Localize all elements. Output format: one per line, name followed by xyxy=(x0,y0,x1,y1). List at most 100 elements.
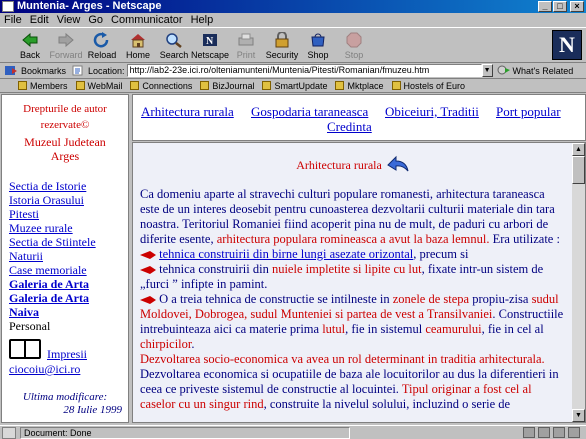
composer-icon[interactable] xyxy=(568,427,580,438)
close-button[interactable]: × xyxy=(570,1,584,12)
whats-related-button[interactable]: What's Related xyxy=(497,65,573,76)
back-arrow-icon xyxy=(21,31,39,49)
bookmarks-icon xyxy=(5,66,17,75)
scroll-down-button[interactable]: ▼ xyxy=(572,409,585,422)
open-book-icon xyxy=(9,339,41,359)
impresii-link[interactable]: Impresii xyxy=(47,347,87,362)
netscape-logo[interactable]: N xyxy=(552,30,582,60)
location-bar: Bookmarks Location: http://lab2-23e.ici.… xyxy=(0,63,586,79)
bookmark-webmail[interactable]: WebMail xyxy=(75,81,122,91)
forward-button[interactable]: Forward xyxy=(48,28,84,63)
netscape-button[interactable]: N Netscape xyxy=(191,28,229,63)
status-message: Document: Done xyxy=(20,426,350,439)
back-arrow-icon[interactable] xyxy=(386,153,410,173)
shop-icon xyxy=(309,31,327,49)
url-dropdown-button[interactable]: ▼ xyxy=(481,64,493,77)
security-button[interactable]: Security xyxy=(264,28,300,63)
museum-nav: Sectia de Istorie Istoria Orasului Pites… xyxy=(2,179,128,333)
page-title: Arhitectura rurala xyxy=(140,151,566,173)
scroll-up-button[interactable]: ▲ xyxy=(572,143,585,156)
bullet-arrow-icon xyxy=(140,296,156,305)
bookmark-folder-icon xyxy=(75,81,85,90)
menu-communicator[interactable]: Communicator xyxy=(111,14,183,26)
menu-help[interactable]: Help xyxy=(191,14,214,26)
discussions-icon[interactable] xyxy=(553,427,565,438)
print-icon xyxy=(237,31,255,49)
home-icon xyxy=(129,31,147,49)
technique-steppe: O a treia tehnica de constructie se inti… xyxy=(140,292,564,351)
window-title: Muntenia- Arges - Netscape xyxy=(17,0,162,12)
main-content-frame: Arhitectura rurala Ca domeniu aparte al … xyxy=(132,142,586,423)
whats-related-icon xyxy=(497,65,510,75)
nav-link-pitesti[interactable]: Pitesti xyxy=(9,207,128,221)
bookmark-folder-icon xyxy=(391,81,401,90)
reload-icon xyxy=(93,31,111,49)
bullet-arrow-icon xyxy=(140,266,156,275)
left-nav-frame: Drepturile de autor rezervate© Muzeul Ju… xyxy=(1,94,129,423)
lock-icon xyxy=(273,31,291,49)
bookmark-connections[interactable]: Connections xyxy=(130,81,192,91)
nav-link-sectia-stiintele[interactable]: Sectia de Stiintele xyxy=(9,235,128,249)
nav-link-galeria-arta-naiva[interactable]: Galeria de Arta xyxy=(9,291,128,305)
copyright-notice: Drepturile de autor rezervate© xyxy=(23,103,107,131)
bookmark-hostels[interactable]: Hostels of Euro xyxy=(391,81,465,91)
menu-file[interactable]: File xyxy=(4,14,22,26)
bookmarks-button[interactable]: Bookmarks xyxy=(4,65,66,76)
shop-button[interactable]: Shop xyxy=(300,28,336,63)
vertical-scrollbar[interactable]: ▲ ▼ xyxy=(572,143,585,422)
reload-button[interactable]: Reload xyxy=(84,28,120,63)
intro-paragraph: Ca domeniu aparte al stravechi culturi p… xyxy=(140,187,560,246)
print-button[interactable]: Print xyxy=(228,28,264,63)
nav-link-istoria-orasului[interactable]: Istoria Orasului xyxy=(9,193,128,207)
nav-link-galeria-arta[interactable]: Galeria de Arta xyxy=(9,277,128,291)
link-credinta[interactable]: Credinta xyxy=(327,119,372,134)
socio-economic-paragraph: Dezvoltarea socio-economica va avea un r… xyxy=(140,352,559,411)
maximize-button[interactable]: □ xyxy=(553,1,567,12)
bookmark-folder-icon xyxy=(262,81,272,90)
bookmark-members[interactable]: Members xyxy=(18,81,68,91)
search-button[interactable]: Search xyxy=(156,28,192,63)
nav-link-sectia-istorie[interactable]: Sectia de Istorie xyxy=(9,179,128,193)
link-obiceiuri-traditii[interactable]: Obiceiuri, Traditii xyxy=(385,104,479,119)
minimize-button[interactable]: _ xyxy=(538,1,552,12)
bookmark-mktplace[interactable]: Mktplace xyxy=(335,81,384,91)
component-bar xyxy=(520,427,580,438)
section-links-frame: Arhitectura rurala Gospodaria taraneasca… xyxy=(132,94,586,141)
bookmark-smartupdate[interactable]: SmartUpdate xyxy=(262,81,327,91)
impresii-block: Impresii xyxy=(2,339,128,362)
technique-horizontal-logs: tehnica construirii din birne lungi asez… xyxy=(140,247,566,262)
nav-link-naturii[interactable]: Naturii xyxy=(9,249,128,263)
navigator-icon[interactable] xyxy=(523,427,535,438)
bookmark-folder-icon xyxy=(335,81,345,90)
navigation-toolbar: Back Forward Reload Home Search N Netsca… xyxy=(0,27,586,63)
netscape-icon: N xyxy=(201,31,219,49)
stop-button[interactable]: Stop xyxy=(336,28,372,63)
menu-bar: File Edit View Go Communicator Help xyxy=(0,13,586,27)
technique-woven-rods: tehnica construirii din nuiele impletite… xyxy=(140,262,544,291)
bookmark-bizjournal[interactable]: BizJournal xyxy=(200,81,254,91)
netscape-app-icon xyxy=(2,1,14,12)
page-proxy-icon[interactable] xyxy=(72,65,84,76)
bookmark-folder-icon xyxy=(200,81,210,90)
back-button[interactable]: Back xyxy=(12,28,48,63)
menu-go[interactable]: Go xyxy=(88,14,103,26)
link-port-popular[interactable]: Port popular xyxy=(496,104,561,119)
home-button[interactable]: Home xyxy=(120,28,156,63)
nav-link-case-memoriale[interactable]: Case memoriale xyxy=(9,263,128,277)
security-status-icon[interactable] xyxy=(2,426,16,439)
menu-edit[interactable]: Edit xyxy=(30,14,49,26)
nav-link-muzee-rurale[interactable]: Muzee rurale xyxy=(9,221,128,235)
bookmark-folder-icon xyxy=(130,81,140,90)
menu-view[interactable]: View xyxy=(57,14,81,26)
museum-title: Muzeul Judetean Arges xyxy=(24,135,106,163)
url-input[interactable]: http://lab2-23e.ici.ro/olteniamunteni/Mu… xyxy=(126,64,482,77)
nav-link-naiva[interactable]: Naiva xyxy=(9,305,128,319)
link-gospodaria-taraneasca[interactable]: Gospodaria taraneasca xyxy=(251,104,368,119)
mail-icon[interactable] xyxy=(538,427,550,438)
scroll-thumb[interactable] xyxy=(572,156,585,184)
stop-icon xyxy=(345,31,363,49)
title-bar: Muntenia- Arges - Netscape _ □ × xyxy=(0,0,586,13)
email-link[interactable]: ciocoiu@ici.ro xyxy=(2,362,128,377)
forward-arrow-icon xyxy=(57,31,75,49)
link-arhitectura-rurala[interactable]: Arhitectura rurala xyxy=(141,104,234,119)
